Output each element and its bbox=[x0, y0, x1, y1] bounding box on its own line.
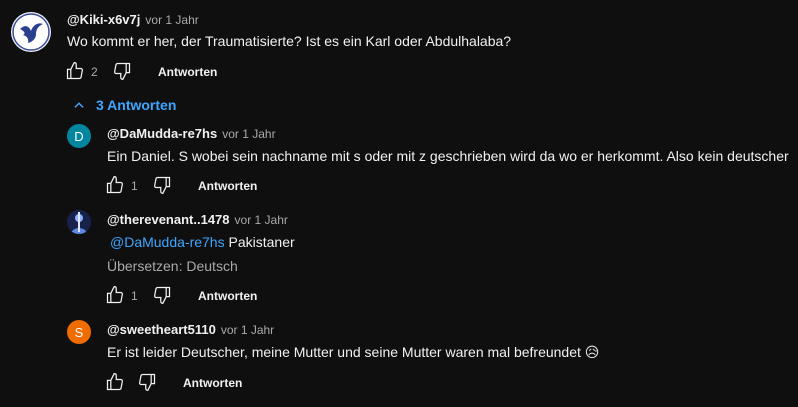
comment-author[interactable]: @Kiki-x6v7j bbox=[67, 12, 140, 27]
profile-picture-icon bbox=[67, 210, 91, 234]
like-count: 2 bbox=[91, 65, 98, 79]
reply-button[interactable]: Antworten bbox=[198, 179, 257, 193]
reply-header: @sweetheart5110 vor 1 Jahr bbox=[107, 321, 274, 339]
like-icon[interactable] bbox=[65, 61, 85, 81]
reply-author[interactable]: @DaMudda-re7hs bbox=[107, 126, 217, 141]
like-icon[interactable] bbox=[105, 285, 125, 305]
dislike-icon[interactable] bbox=[137, 372, 157, 392]
reply-text-body: Pakistaner bbox=[224, 234, 295, 250]
avatar-letter: D bbox=[74, 128, 84, 144]
reply-time[interactable]: vor 1 Jahr bbox=[235, 213, 288, 227]
like-icon[interactable] bbox=[105, 175, 125, 195]
reply-text: Ein Daniel. S wobei sein nachname mit s … bbox=[107, 148, 789, 164]
reply-button[interactable]: Antworten bbox=[198, 289, 257, 303]
translate-link[interactable]: Übersetzen: Deutsch bbox=[107, 258, 238, 274]
reply-text: @DaMudda-re7hs Pakistaner bbox=[107, 234, 295, 250]
comment-text: Wo kommt er her, der Traumatisierte? Ist… bbox=[67, 33, 512, 49]
comment-header: @Kiki-x6v7j vor 1 Jahr bbox=[67, 11, 199, 29]
reply-button[interactable]: Antworten bbox=[183, 376, 242, 390]
reply-time[interactable]: vor 1 Jahr bbox=[221, 323, 274, 337]
reply-author[interactable]: @sweetheart5110 bbox=[107, 322, 216, 337]
avatar[interactable] bbox=[67, 210, 91, 234]
reply-button[interactable]: Antworten bbox=[158, 65, 217, 79]
dislike-icon[interactable] bbox=[112, 61, 132, 81]
bird-logo-icon bbox=[12, 13, 50, 51]
reply-author[interactable]: @therevenant..1478 bbox=[107, 212, 230, 227]
avatar-letter: S bbox=[74, 324, 84, 340]
like-count: 1 bbox=[131, 179, 138, 193]
like-icon[interactable] bbox=[105, 372, 125, 392]
dislike-icon[interactable] bbox=[152, 285, 172, 305]
replies-count-label: 3 Antworten bbox=[96, 97, 177, 113]
mention-link[interactable]: @DaMudda-re7hs bbox=[110, 234, 225, 250]
replies-toggle-button[interactable]: 3 Antworten bbox=[72, 97, 176, 113]
avatar[interactable] bbox=[11, 12, 51, 52]
reply-text: Er ist leider Deutscher, meine Mutter un… bbox=[107, 344, 600, 360]
reply-time[interactable]: vor 1 Jahr bbox=[222, 127, 275, 141]
dislike-icon[interactable] bbox=[152, 175, 172, 195]
like-count: 1 bbox=[131, 289, 138, 303]
comment-time[interactable]: vor 1 Jahr bbox=[145, 13, 198, 27]
avatar[interactable]: S bbox=[67, 320, 91, 344]
reply-header: @therevenant..1478 vor 1 Jahr bbox=[107, 211, 288, 229]
chevron-up-icon bbox=[72, 98, 86, 112]
reply-header: @DaMudda-re7hs vor 1 Jahr bbox=[107, 125, 276, 143]
avatar[interactable]: D bbox=[67, 124, 91, 148]
